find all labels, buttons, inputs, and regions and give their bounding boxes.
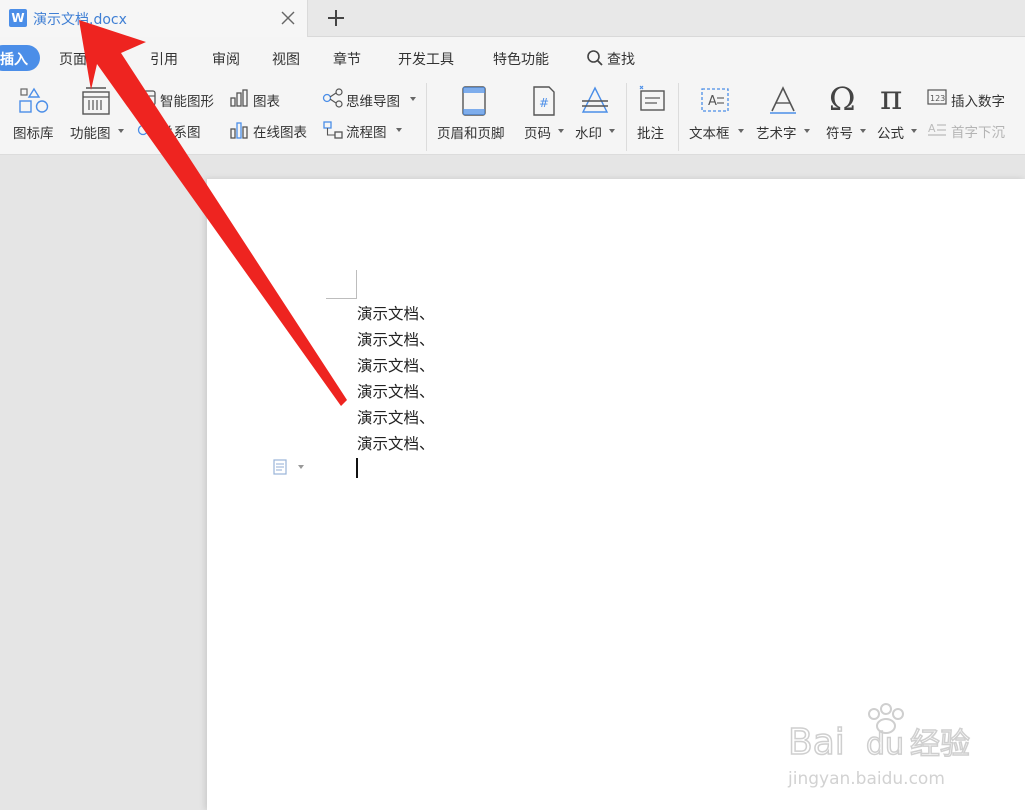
document-line[interactable]: 演示文档、	[357, 302, 435, 324]
tab-section[interactable]: 章节	[333, 49, 361, 69]
chevron-down-icon[interactable]	[911, 129, 917, 133]
document-line[interactable]: 演示文档、	[357, 380, 435, 402]
icon-library-icon[interactable]	[18, 86, 50, 116]
header-footer-label[interactable]: 页眉和页脚	[437, 122, 505, 142]
svg-text:A: A	[928, 122, 936, 135]
online-chart-icon[interactable]	[229, 120, 249, 140]
smart-shape-icon[interactable]	[137, 88, 157, 108]
watermark-icon[interactable]	[580, 85, 610, 117]
document-tab[interactable]: W 演示文档.docx	[0, 0, 308, 37]
close-icon[interactable]	[278, 8, 298, 28]
margin-corner-mark	[356, 270, 357, 299]
smart-shape-label[interactable]: 智能图形	[160, 90, 214, 110]
tab-find[interactable]: 查找	[607, 49, 635, 69]
symbol-label[interactable]: 符号	[826, 122, 853, 142]
chart-label[interactable]: 图表	[253, 90, 280, 110]
document-line[interactable]: 演示文档、	[357, 328, 435, 350]
wordart-label[interactable]: 艺术字	[756, 122, 797, 142]
svg-text:#: #	[539, 96, 549, 110]
mindmap-icon[interactable]	[322, 88, 344, 108]
search-icon[interactable]	[586, 49, 604, 67]
chevron-down-icon[interactable]	[804, 129, 810, 133]
tab-review[interactable]: 审阅	[212, 49, 240, 69]
svg-text:A: A	[708, 94, 717, 109]
tab-special[interactable]: 特色功能	[493, 49, 549, 69]
comment-label[interactable]: 批注	[637, 122, 664, 142]
drop-cap-icon: A	[928, 122, 946, 136]
icon-library-label[interactable]: 图标库	[13, 122, 54, 142]
function-chart-icon[interactable]	[80, 86, 112, 116]
formula-label[interactable]: 公式	[877, 122, 904, 142]
textbox-label[interactable]: 文本框	[689, 122, 730, 142]
tab-view[interactable]: 视图	[272, 49, 300, 69]
ribbon-divider	[426, 83, 427, 151]
paragraph-layout-icon[interactable]	[273, 459, 309, 475]
document-line[interactable]: 演示文档、	[357, 432, 435, 454]
tab-developer[interactable]: 开发工具	[398, 49, 454, 69]
insert-number-icon[interactable]: 123	[927, 88, 947, 106]
ribbon-divider	[678, 83, 679, 151]
chevron-down-icon[interactable]	[410, 97, 416, 101]
document-line[interactable]: 演示文档、	[357, 406, 435, 428]
omega-symbol-icon[interactable]: Ω	[829, 80, 856, 118]
chevron-down-icon[interactable]	[396, 128, 402, 132]
new-tab-plus-icon[interactable]	[325, 7, 347, 29]
text-cursor	[356, 458, 358, 478]
chevron-down-icon[interactable]	[609, 129, 615, 133]
relation-chart-label[interactable]: 关系图	[160, 121, 201, 141]
page-number-icon[interactable]: #	[531, 85, 557, 117]
flowchart-label[interactable]: 流程图	[346, 121, 387, 141]
pi-formula-icon[interactable]: π	[880, 78, 902, 118]
chevron-down-icon[interactable]	[738, 129, 744, 133]
document-line[interactable]: 演示文档、	[357, 354, 435, 376]
textbox-icon[interactable]: A	[700, 86, 730, 114]
tab-page-layout[interactable]: 页面布局	[59, 49, 115, 69]
chevron-down-icon[interactable]	[558, 129, 564, 133]
tab-bar: W 演示文档.docx	[0, 0, 1025, 37]
svg-text:123: 123	[930, 94, 945, 103]
wps-writer-window: W 演示文档.docx 插入 页面布局 引用 审阅 视图 章节 开发工具 特色功…	[0, 0, 1025, 810]
chart-icon[interactable]	[229, 88, 249, 108]
flowchart-icon[interactable]	[322, 120, 344, 140]
margin-corner-mark	[326, 298, 357, 299]
insert-number-label[interactable]: 插入数字	[951, 90, 1005, 110]
header-footer-icon[interactable]	[460, 85, 488, 117]
chevron-down-icon[interactable]	[118, 129, 124, 133]
drop-cap-label: 首字下沉	[951, 125, 1005, 141]
tab-insert[interactable]: 插入	[0, 49, 28, 69]
document-tab-title[interactable]: 演示文档.docx	[33, 9, 127, 29]
tab-references[interactable]: 引用	[150, 49, 178, 69]
ribbon-divider	[626, 83, 627, 151]
svg-text:Bai: Bai	[788, 722, 845, 763]
function-chart-label[interactable]: 功能图	[70, 122, 111, 142]
wordart-icon[interactable]	[768, 85, 798, 115]
svg-text:du: du	[866, 727, 904, 762]
baidu-jingyan-watermark: Bai du 经验 jingyan.baidu.com	[787, 703, 971, 789]
comment-icon[interactable]	[637, 85, 667, 115]
chevron-down-icon[interactable]	[860, 129, 866, 133]
svg-text:jingyan.baidu.com: jingyan.baidu.com	[787, 769, 945, 789]
word-doc-icon: W	[9, 9, 27, 27]
watermark-label[interactable]: 水印	[575, 122, 602, 142]
mindmap-label[interactable]: 思维导图	[346, 90, 400, 110]
svg-text:经验: 经验	[910, 727, 970, 762]
page-number-label[interactable]: 页码	[524, 122, 551, 142]
relation-chart-icon[interactable]	[137, 120, 157, 140]
online-chart-label[interactable]: 在线图表	[253, 121, 307, 141]
